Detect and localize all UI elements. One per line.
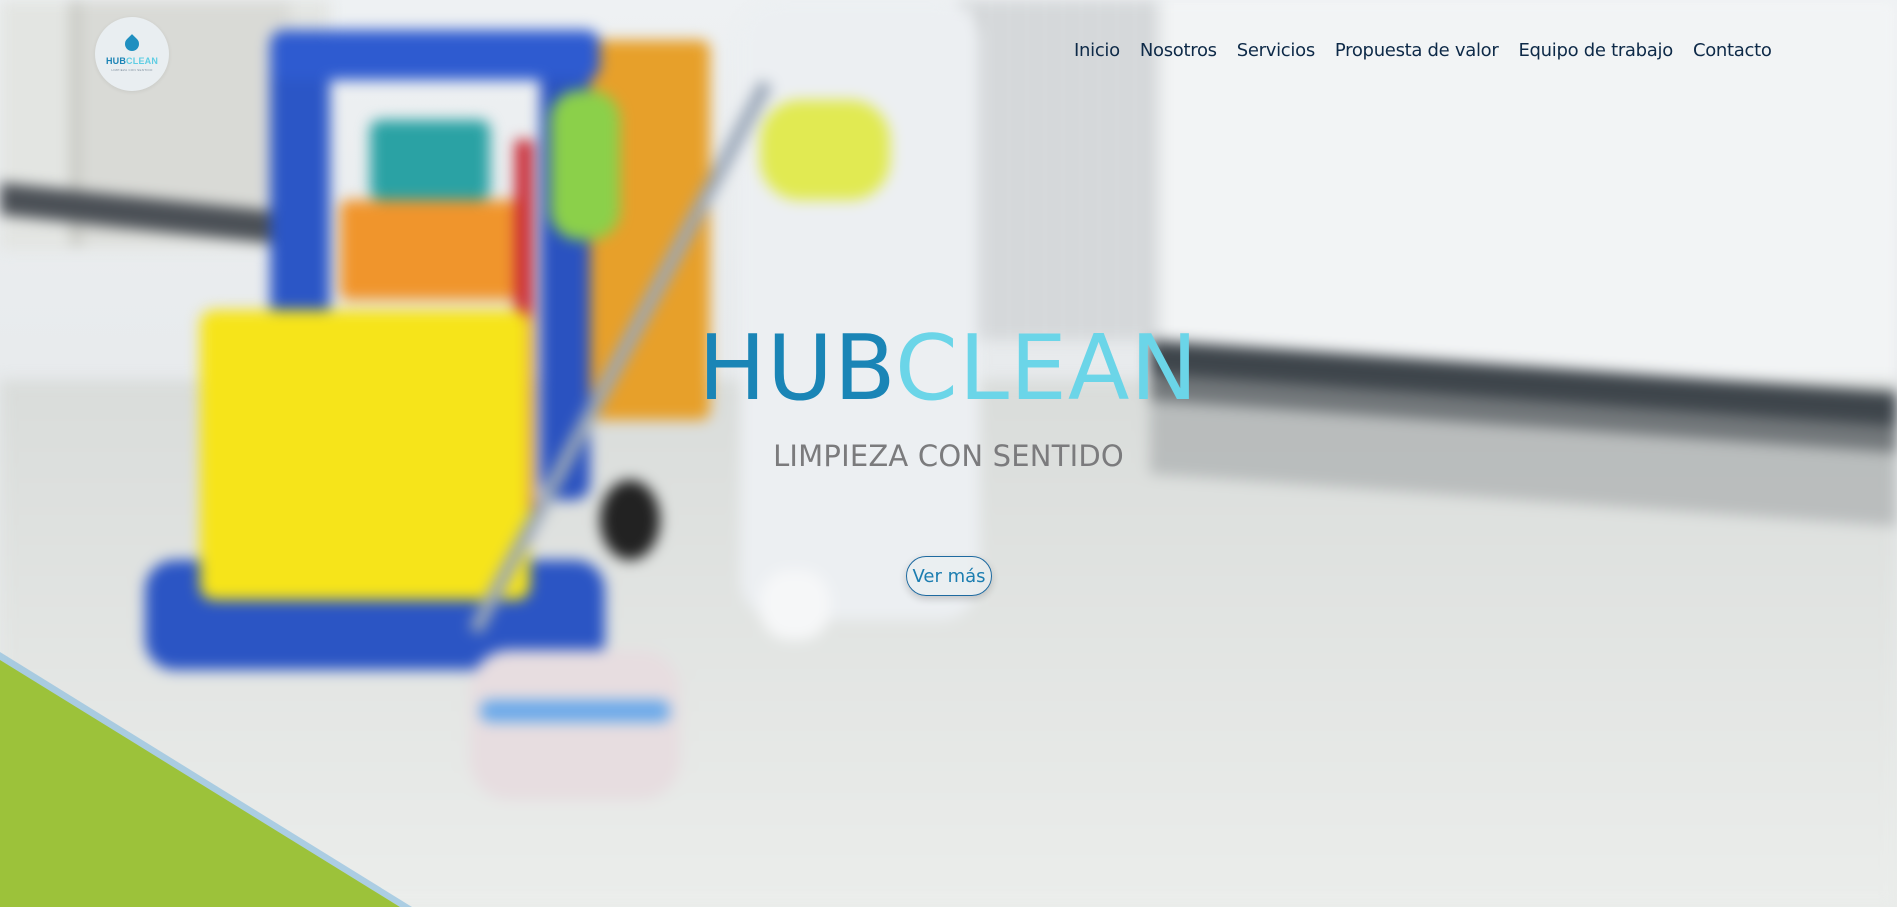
nav-item-propuesta-de-valor[interactable]: Propuesta de valor [1335,40,1499,61]
logo-wordmark: HUBCLEAN [106,56,158,66]
hero-title: HUBCLEAN [0,316,1897,422]
logo-tagline: LIMPIEZA CON SENTIDO [111,67,153,72]
hero-subtitle: LIMPIEZA CON SENTIDO [773,439,1124,473]
nav-item-contacto[interactable]: Contacto [1693,40,1772,61]
logo-clean-text: CLEAN [126,55,159,66]
nav-item-servicios[interactable]: Servicios [1237,40,1315,61]
hero-section: HUBCLEAN LIMPIEZA CON SENTIDO Inicio Nos… [0,0,1897,907]
logo-link[interactable]: HUBCLEAN LIMPIEZA CON SENTIDO [95,17,169,91]
hero-title-hub: HUB [698,316,895,421]
logo-hub-text: HUB [105,55,127,66]
nav-item-nosotros[interactable]: Nosotros [1140,40,1217,61]
ver-mas-button[interactable]: Ver más [906,556,992,596]
hero-title-clean: CLEAN [894,316,1199,421]
nav-item-equipo-de-trabajo[interactable]: Equipo de trabajo [1518,40,1673,61]
nav-item-inicio[interactable]: Inicio [1074,40,1120,61]
main-nav: Inicio Nosotros Servicios Propuesta de v… [1074,40,1772,61]
water-drop-icon [122,33,142,54]
